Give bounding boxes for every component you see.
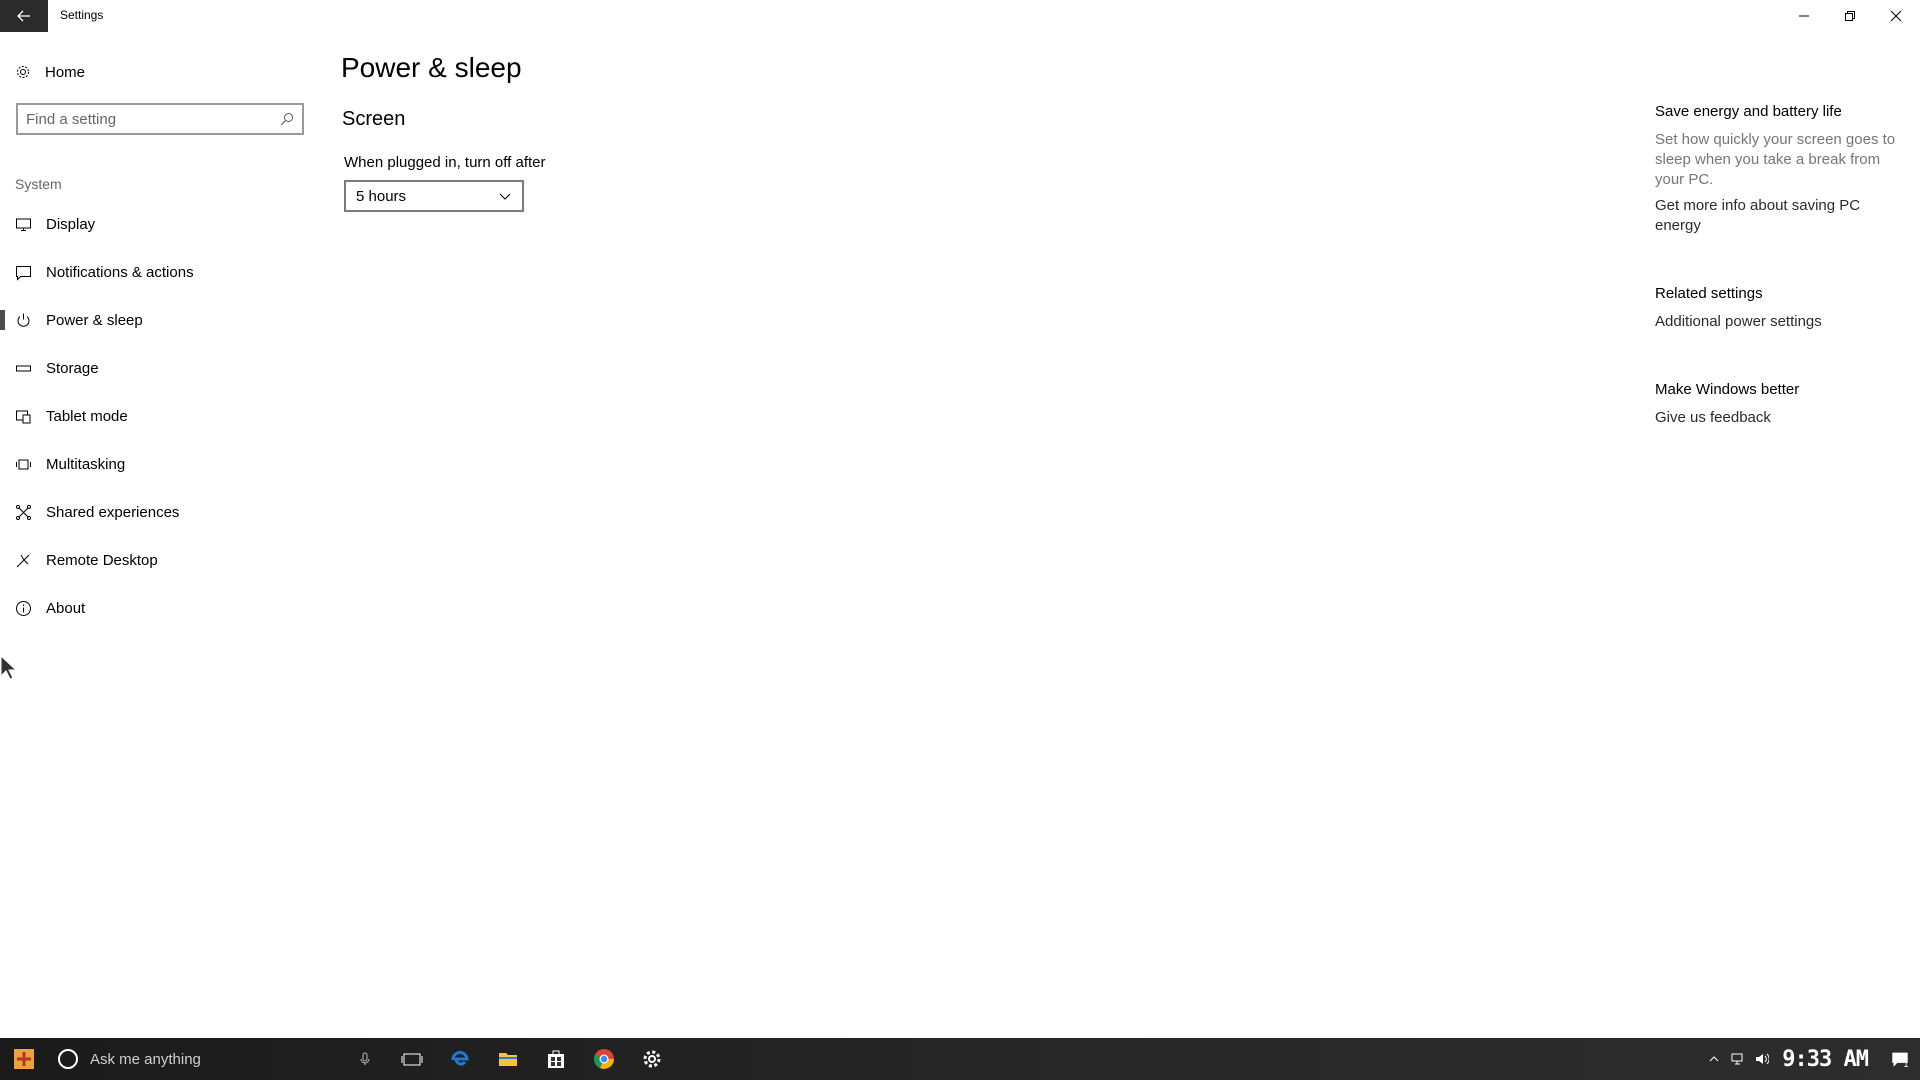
start-button[interactable] [0,1038,48,1080]
home-label: Home [45,63,86,81]
network-icon [1731,1053,1743,1065]
info-icon [16,600,31,616]
cortana-icon [58,1049,78,1069]
store-button[interactable] [532,1038,580,1080]
make-windows-better-title: Make Windows better [1655,381,1800,398]
gear-icon [17,66,29,78]
nav-item-label: Notifications & actions [46,263,194,281]
close-button[interactable] [1873,0,1919,32]
chevron-down-icon [499,193,511,200]
title-bar: Settings [0,0,1920,32]
power-icon [17,313,30,327]
search-input[interactable]: Find a setting [16,103,304,135]
taskbar-search-placeholder: Ask me anything [90,1050,201,1068]
additional-power-settings-link[interactable]: Additional power settings [1655,312,1822,332]
nav-item-display[interactable]: Display [0,204,320,244]
file-explorer-button[interactable] [484,1038,532,1080]
nav-item-power-sleep[interactable]: Power & sleep [0,300,320,340]
show-hidden-icons-button[interactable] [1702,1038,1726,1080]
nav-item-multitasking[interactable]: Multitasking [0,444,320,484]
taskbar-clock[interactable]: 9:33 AM [1774,1047,1880,1072]
restore-button[interactable] [1827,0,1873,32]
gear-icon [643,1050,661,1068]
minimize-button[interactable] [1781,0,1827,32]
microphone-icon[interactable] [358,1052,372,1066]
chrome-button[interactable] [580,1038,628,1080]
nav-pane: Home Find a setting System Display Notif… [0,32,320,1038]
nav-item-label: Shared experiences [46,503,180,521]
tablet-mode-icon [16,410,31,423]
close-icon [1890,10,1902,22]
remote-desktop-icon [16,554,30,567]
multitasking-icon [16,459,31,469]
notification-count-badge: 1 [1903,1059,1909,1069]
plugged-in-value: 5 hours [356,187,407,205]
save-energy-link[interactable]: Get more info about saving PC energy [1655,196,1885,236]
nav-item-label: Storage [46,359,99,377]
nav-item-label: Power & sleep [46,311,143,329]
edge-button[interactable] [436,1038,484,1080]
nav-item-about[interactable]: About [0,588,320,628]
save-energy-desc: Set how quickly your screen goes to slee… [1655,131,1896,188]
home-link[interactable]: Home [0,56,320,88]
nav-item-label: Tablet mode [46,407,128,425]
display-icon [16,218,31,231]
start-icon [14,1049,34,1069]
restore-icon [1845,11,1855,21]
nav-item-label: Display [46,215,96,233]
nav-item-label: Remote Desktop [46,551,158,569]
taskbar: Ask me anything 9:33 AM 1 [0,1038,1920,1080]
volume-button[interactable] [1750,1038,1774,1080]
group-title-screen: Screen [342,108,406,130]
folder-icon [499,1053,517,1066]
nav-item-tablet-mode[interactable]: Tablet mode [0,396,320,436]
edge-icon [451,1051,469,1066]
page-title: Power & sleep [341,52,522,83]
nav-item-label: About [46,599,86,617]
related-settings-title: Related settings [1655,285,1763,302]
search-placeholder: Find a setting [26,110,117,128]
nav-item-label: Multitasking [46,455,126,473]
nav-item-notifications[interactable]: Notifications & actions [0,252,320,292]
settings-taskbar-button[interactable] [628,1038,676,1080]
store-icon [548,1050,564,1068]
task-view-button[interactable] [388,1038,436,1080]
back-arrow-icon [17,10,30,22]
notifications-icon [16,265,31,281]
plugged-in-label: When plugged in, turn off after [344,154,546,171]
storage-icon [16,365,31,371]
network-button[interactable] [1726,1038,1750,1080]
section-label-system: System [15,176,62,192]
nav-item-storage[interactable]: Storage [0,348,320,388]
nav-item-remote-desktop[interactable]: Remote Desktop [0,540,320,580]
volume-icon [1756,1053,1770,1065]
taskbar-search[interactable]: Ask me anything [48,1038,388,1080]
window-title: Settings [60,8,104,22]
minimize-icon [1799,15,1809,17]
back-button[interactable] [0,0,48,32]
nav-item-shared-experiences[interactable]: Shared experiences [0,492,320,532]
plugged-in-dropdown[interactable]: 5 hours [344,180,524,212]
chevron-up-icon [1709,1056,1719,1062]
task-view-icon [401,1053,423,1066]
action-center-button[interactable]: 1 [1880,1038,1920,1080]
feedback-link[interactable]: Give us feedback [1655,408,1771,428]
search-icon [280,113,293,126]
mouse-cursor-icon [0,655,18,680]
shared-experiences-icon [16,504,31,520]
chrome-icon [594,1049,614,1069]
system-tray: 9:33 AM 1 [1702,1038,1920,1080]
save-energy-title: Save energy and battery life [1655,103,1842,120]
